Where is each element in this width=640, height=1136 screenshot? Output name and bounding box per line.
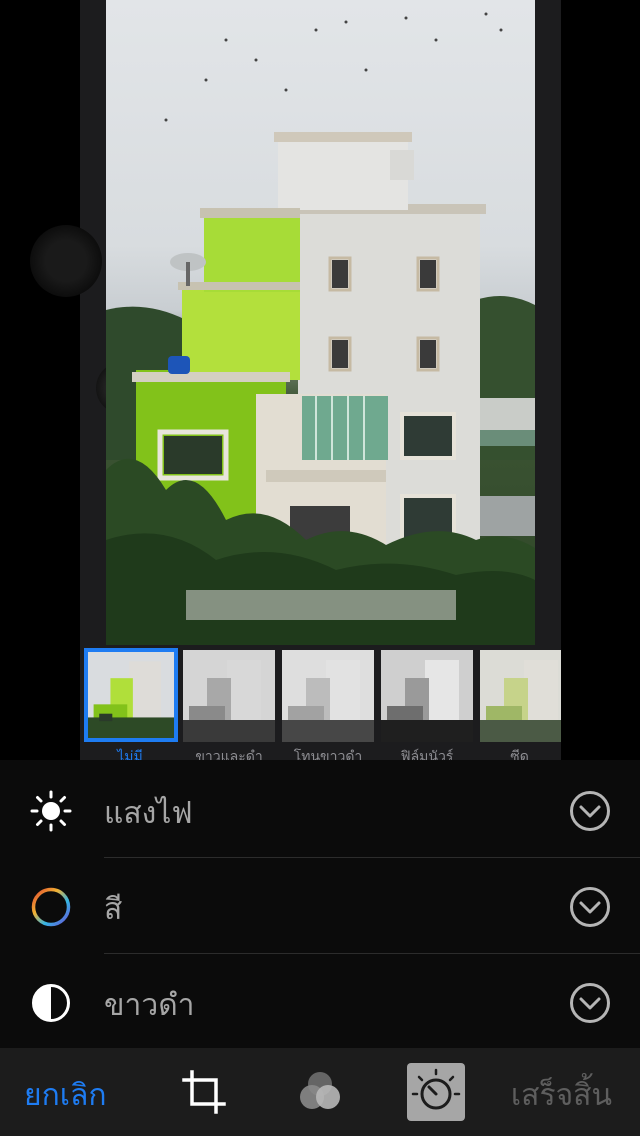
filter-label-none: ไม่มี (117, 749, 143, 760)
adjustments-panel: แสงไฟ สี ขาวดำ (0, 760, 640, 1048)
adjustment-row-light[interactable]: แสงไฟ (0, 762, 640, 858)
filter-label-tonal: โทนขาวดำ (293, 749, 363, 760)
sun-icon (30, 790, 72, 832)
filter-preview (183, 650, 275, 742)
filter-thumb-noir[interactable] (381, 650, 473, 742)
adjust-dial-icon (411, 1068, 461, 1110)
color-wheel-icon (31, 887, 71, 927)
filter-preview (88, 652, 174, 738)
filter-label-fade: ซีด (510, 749, 529, 760)
crop-icon[interactable] (178, 1066, 230, 1118)
adjust-tool-button[interactable] (407, 1063, 465, 1121)
filter-thumb-fade[interactable] (480, 650, 561, 742)
filter-label-noir: ฟิล์มนัวร์ (400, 749, 454, 760)
filter-label-mono: ขาวและดำ (195, 749, 263, 760)
chevron-down-icon[interactable] (569, 790, 611, 832)
half-circle-icon (32, 984, 70, 1022)
adjustment-label-bw: ขาวดำ (104, 988, 195, 1023)
filter-preview (282, 650, 374, 742)
filter-strip[interactable]: ไม่มี ขาวและดำ โทนขาวดำ ฟิล์มนัวร์ ซีด (80, 646, 561, 760)
filter-thumb-tonal[interactable] (282, 650, 374, 742)
filters-icon[interactable] (294, 1066, 346, 1118)
adjustment-row-color[interactable]: สี (0, 858, 640, 954)
cancel-button[interactable]: ยกเลิก (24, 1072, 107, 1119)
filter-thumb-none[interactable] (84, 648, 178, 742)
adjustment-label-color: สี (104, 892, 123, 927)
filter-preview (381, 650, 473, 742)
edited-photo[interactable] (106, 0, 535, 645)
adjustment-row-bw[interactable]: ขาวดำ (0, 954, 640, 1050)
bottom-toolbar: ยกเลิก เสร็จสิ้น (0, 1048, 640, 1136)
filter-thumb-mono[interactable] (183, 650, 275, 742)
ghost-control (30, 225, 102, 297)
filter-preview (480, 650, 561, 742)
photo-canvas: ไม่มี ขาวและดำ โทนขาวดำ ฟิล์มนัวร์ ซีด (0, 0, 640, 760)
house-photo-image (106, 12, 535, 645)
chevron-down-icon[interactable] (569, 886, 611, 928)
adjustment-label-light: แสงไฟ (104, 796, 193, 831)
chevron-down-icon[interactable] (569, 982, 611, 1024)
done-button[interactable]: เสร็จสิ้น (511, 1072, 612, 1119)
